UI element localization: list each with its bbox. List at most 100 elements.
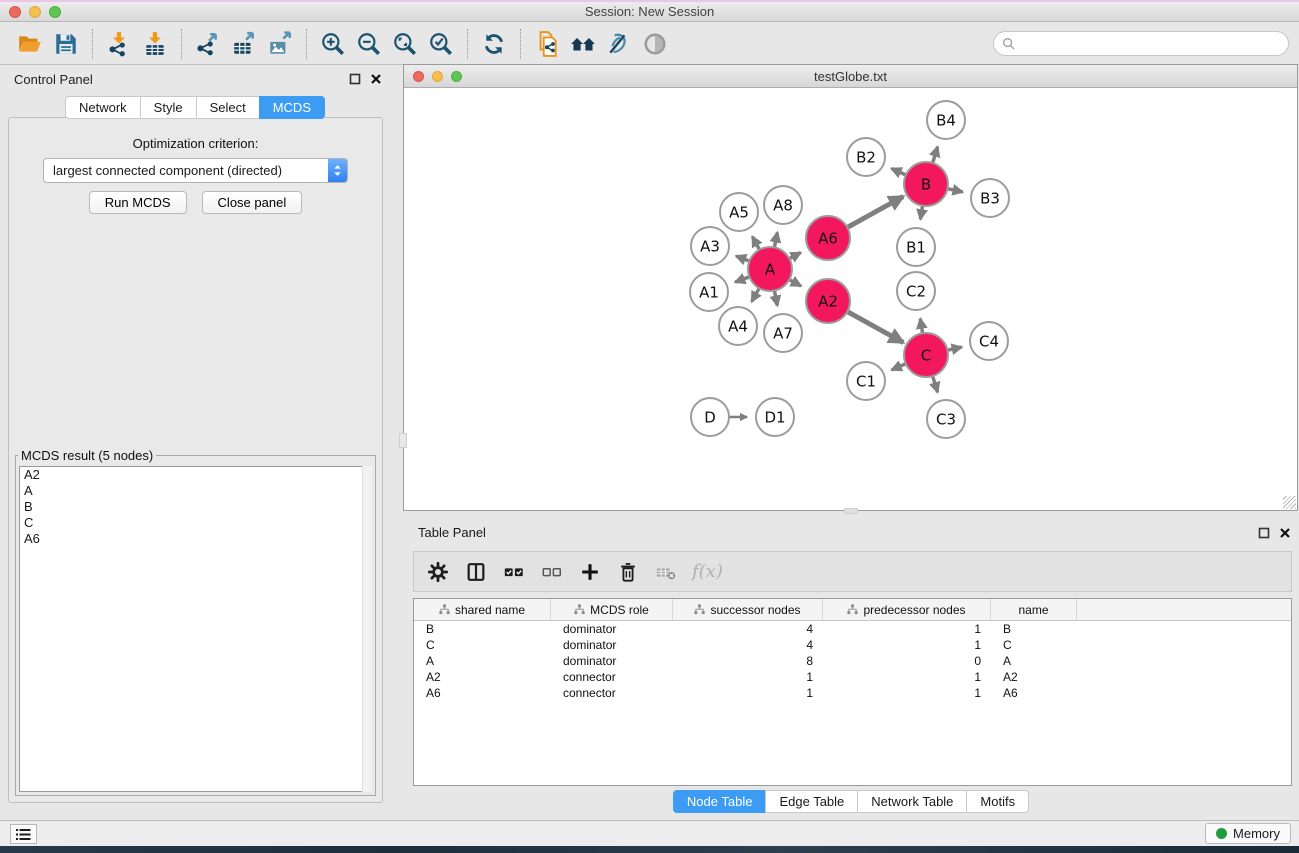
network-horizontal-scrollthumb[interactable] (844, 508, 858, 514)
cell-mcds-role[interactable]: dominator (551, 638, 673, 652)
open-session-button[interactable] (12, 27, 48, 61)
cell-predecessor-nodes[interactable]: 1 (823, 670, 991, 684)
edge-C-C2[interactable] (920, 319, 922, 334)
cell-name[interactable]: A6 (991, 686, 1077, 700)
mcds-result-item[interactable]: A6 (20, 531, 371, 547)
edge-B-B1[interactable] (920, 206, 922, 220)
tab-network[interactable]: Network (65, 96, 140, 119)
mcds-result-list[interactable]: A2ABCA6 (19, 466, 372, 792)
table-row-A2[interactable]: A2connector11A2 (414, 669, 1291, 685)
run-mcds-button[interactable]: Run MCDS (89, 191, 187, 214)
cell-name[interactable]: A2 (991, 670, 1077, 684)
close-panel-button[interactable]: Close panel (202, 191, 303, 214)
edge-A-A1[interactable] (735, 277, 749, 282)
home-view-button[interactable] (565, 27, 601, 61)
edge-A-A5[interactable] (752, 237, 759, 250)
edge-A-A7[interactable] (774, 291, 777, 306)
cell-shared-name[interactable]: A (414, 654, 551, 668)
cell-mcds-role[interactable]: dominator (551, 622, 673, 636)
show-hidden-button[interactable] (637, 27, 673, 61)
table-row-A6[interactable]: A6connector11A6 (414, 685, 1291, 701)
tab-style[interactable]: Style (140, 96, 196, 119)
cell-predecessor-nodes[interactable]: 1 (823, 622, 991, 636)
cell-successor-nodes[interactable]: 1 (673, 670, 823, 684)
edge-B-B4[interactable] (933, 147, 938, 163)
cell-successor-nodes[interactable]: 1 (673, 686, 823, 700)
mcds-result-item[interactable]: B (20, 499, 371, 515)
cell-shared-name[interactable]: A2 (414, 670, 551, 684)
export-network-button[interactable] (190, 27, 226, 61)
tab-network-table[interactable]: Network Table (857, 790, 966, 813)
mcds-result-item[interactable]: C (20, 515, 371, 531)
column-header-shared-name[interactable]: shared name (414, 599, 551, 620)
cell-mcds-role[interactable]: dominator (551, 654, 673, 668)
import-network-button[interactable] (101, 27, 137, 61)
search-input[interactable] (1019, 34, 1288, 54)
edge-A2-C[interactable] (847, 312, 903, 343)
edge-C-C1[interactable] (892, 364, 906, 370)
edge-A-A8[interactable] (774, 232, 777, 247)
mcds-result-item[interactable]: A2 (20, 467, 371, 483)
clone-network-button[interactable] (529, 27, 565, 61)
cell-successor-nodes[interactable]: 4 (673, 622, 823, 636)
delete-table-button[interactable] (650, 556, 682, 588)
column-header-mcds-role[interactable]: MCDS role (551, 599, 673, 620)
cell-shared-name[interactable]: C (414, 638, 551, 652)
save-session-button[interactable] (48, 27, 84, 61)
export-image-button[interactable] (262, 27, 298, 61)
select-all-columns-button[interactable] (498, 556, 530, 588)
zoom-out-button[interactable] (351, 27, 387, 61)
search-field[interactable] (993, 31, 1289, 56)
table-options-button[interactable] (422, 556, 454, 588)
memory-button[interactable]: Memory (1205, 823, 1291, 844)
add-column-button[interactable] (574, 556, 606, 588)
tab-node-table[interactable]: Node Table (673, 790, 766, 813)
delete-columns-button[interactable] (612, 556, 644, 588)
function-builder-button[interactable]: f(x) (692, 561, 723, 582)
edge-A-A3[interactable] (736, 256, 749, 261)
mcds-result-scrollbar[interactable] (362, 466, 372, 792)
column-header-predecessor-nodes[interactable]: predecessor nodes (823, 599, 991, 620)
network-vertical-scrollthumb[interactable] (399, 433, 407, 448)
table-row-B[interactable]: Bdominator41B (414, 621, 1291, 637)
tab-select[interactable]: Select (196, 96, 259, 119)
close-panel-icon[interactable] (1279, 527, 1291, 539)
show-columns-button[interactable] (460, 556, 492, 588)
cell-name[interactable]: A (991, 654, 1077, 668)
cell-mcds-role[interactable]: connector (551, 670, 673, 684)
cell-name[interactable]: C (991, 638, 1077, 652)
edge-A-A4[interactable] (752, 288, 760, 301)
table-row-C[interactable]: Cdominator41C (414, 637, 1291, 653)
cell-successor-nodes[interactable]: 4 (673, 638, 823, 652)
edge-A-A6[interactable] (789, 253, 800, 259)
mcds-result-item[interactable]: A (20, 483, 371, 499)
zoom-selected-button[interactable] (423, 27, 459, 61)
import-table-button[interactable] (137, 27, 173, 61)
float-panel-icon[interactable] (349, 73, 361, 85)
edge-C-C4[interactable] (948, 347, 962, 350)
criterion-dropdown[interactable]: largest connected component (directed) (43, 158, 348, 183)
cell-predecessor-nodes[interactable]: 1 (823, 638, 991, 652)
resize-grip[interactable] (1283, 496, 1296, 509)
table-row-A[interactable]: Adominator80A (414, 653, 1291, 669)
cell-successor-nodes[interactable]: 8 (673, 654, 823, 668)
close-panel-icon[interactable] (370, 73, 382, 85)
unselect-all-columns-button[interactable] (536, 556, 568, 588)
edge-B-B2[interactable] (892, 169, 906, 176)
zoom-fit-button[interactable] (387, 27, 423, 61)
cell-shared-name[interactable]: B (414, 622, 551, 636)
export-table-button[interactable] (226, 27, 262, 61)
cell-shared-name[interactable]: A6 (414, 686, 551, 700)
column-header-name[interactable]: name (991, 599, 1077, 620)
cell-predecessor-nodes[interactable]: 1 (823, 686, 991, 700)
graphics-details-toggle-button[interactable] (601, 27, 637, 61)
tab-motifs[interactable]: Motifs (966, 790, 1029, 813)
edge-A-A2[interactable] (789, 280, 801, 286)
cell-predecessor-nodes[interactable]: 0 (823, 654, 991, 668)
tab-edge-table[interactable]: Edge Table (765, 790, 857, 813)
float-panel-icon[interactable] (1258, 527, 1270, 539)
refresh-view-button[interactable] (476, 27, 512, 61)
edge-A6-B[interactable] (847, 197, 903, 228)
edge-B-B3[interactable] (948, 189, 963, 192)
tab-mcds[interactable]: MCDS (259, 96, 325, 119)
